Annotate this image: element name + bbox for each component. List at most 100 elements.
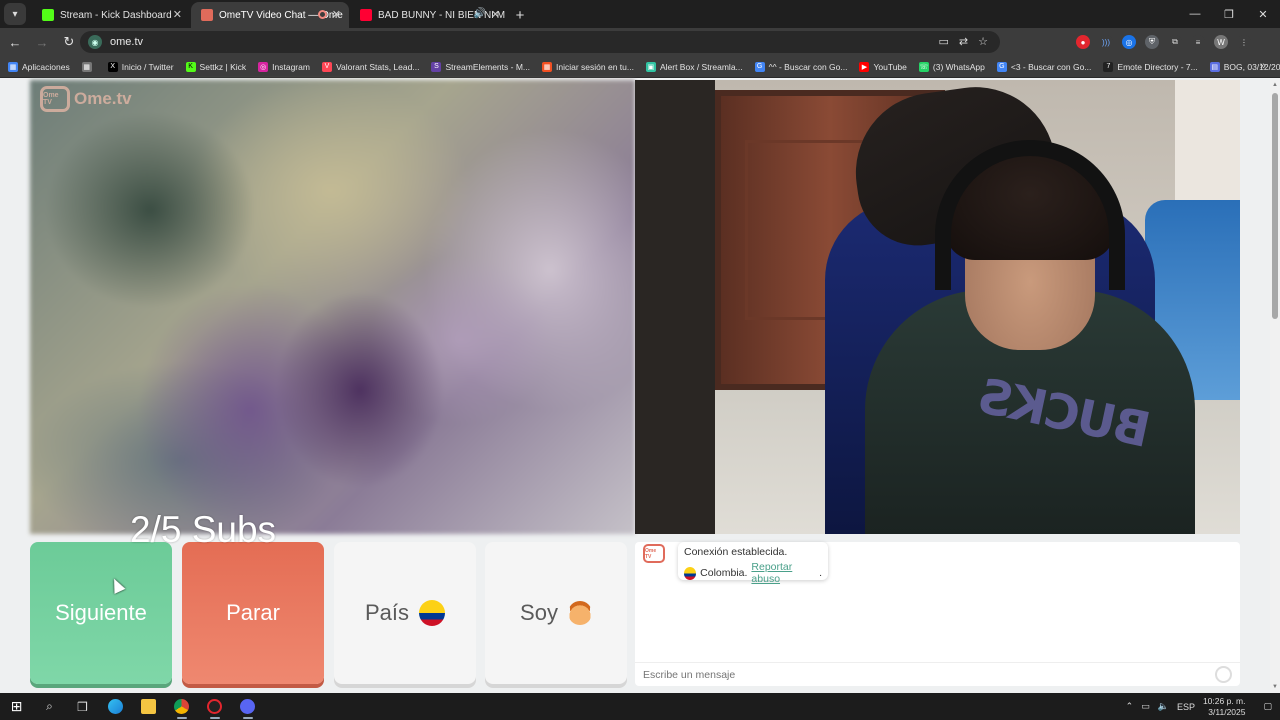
clock[interactable]: 10:26 p. m. 3/11/2025 bbox=[1203, 696, 1246, 718]
boy-emoji-icon bbox=[567, 601, 592, 625]
extensions-puzzle-icon[interactable]: ⧉ bbox=[1168, 35, 1182, 49]
kick-icon: K bbox=[185, 61, 196, 72]
stranger-country-text: Colombia. bbox=[700, 567, 748, 579]
report-abuse-link[interactable]: Reportar abuso bbox=[751, 561, 819, 585]
next-button-label: Siguiente bbox=[55, 600, 147, 625]
ometv-chat-avatar-icon: Ome TV bbox=[643, 544, 665, 563]
menu-kebab-icon[interactable]: ⋮ bbox=[1237, 35, 1251, 49]
bookmark-item[interactable]: ◎ Instagram bbox=[258, 61, 310, 72]
tab-kick-dashboard[interactable]: Stream - Kick Dashboard ✕ bbox=[32, 2, 190, 28]
windows-start-icon[interactable]: ⊞ bbox=[0, 693, 33, 720]
ometv-wordmark: Ome.tv bbox=[74, 89, 132, 108]
site-info-icon[interactable]: ◉ bbox=[88, 35, 102, 49]
subs-goal-overlay: 2/5 Subs bbox=[130, 509, 277, 550]
edge-icon[interactable] bbox=[99, 693, 132, 720]
bookmark-item[interactable]: X Inicio / Twitter bbox=[107, 61, 174, 72]
chrome-icon[interactable] bbox=[165, 693, 198, 720]
close-tab-icon[interactable]: ✕ bbox=[491, 8, 500, 21]
bookmark-item[interactable]: G <3 - Buscar con Go... bbox=[996, 61, 1091, 72]
restore-icon[interactable]: ❐ bbox=[1212, 0, 1246, 28]
gender-select-button[interactable]: Soy bbox=[485, 542, 627, 684]
minimize-icon[interactable]: — bbox=[1178, 0, 1212, 28]
ometv-tv-icon: Ome TV bbox=[40, 86, 70, 112]
scroll-down-icon[interactable]: ▼ bbox=[1272, 684, 1278, 690]
bookmark-item[interactable]: ▦ Aplicaciones bbox=[8, 61, 70, 72]
volume-icon[interactable]: 🔈 bbox=[1158, 701, 1169, 712]
url-text: ome.tv bbox=[110, 36, 144, 48]
report-suffix: . bbox=[819, 567, 822, 579]
browser-tabstrip: ▾ Stream - Kick Dashboard ✕ OmeTV Video … bbox=[0, 0, 1280, 28]
stranger-video-feed bbox=[30, 80, 635, 534]
emoji-smile-icon[interactable] bbox=[1215, 666, 1232, 683]
bookmark-item[interactable]: G ^^ - Buscar con Go... bbox=[754, 61, 847, 72]
close-tab-icon[interactable]: ✕ bbox=[332, 8, 341, 21]
cast-icon[interactable]: ▭ bbox=[939, 35, 949, 48]
close-window-icon[interactable]: ✕ bbox=[1246, 0, 1280, 28]
tray-expand-icon[interactable]: ⌃ bbox=[1126, 701, 1134, 712]
clock-time: 10:26 p. m. bbox=[1202, 695, 1246, 706]
bookmark-item[interactable]: ▶ YouTube bbox=[859, 61, 907, 72]
recording-indicator-icon bbox=[318, 10, 327, 19]
colombia-flag-icon bbox=[419, 600, 446, 626]
bookmark-item[interactable]: ▤BOG, 03/12/2023 bbox=[1209, 61, 1280, 72]
scrollbar-thumb[interactable] bbox=[1272, 93, 1278, 319]
language-indicator[interactable]: ESP bbox=[1177, 702, 1195, 712]
audio-playing-icon[interactable]: 🔊 bbox=[474, 8, 486, 19]
bookmarks-overflow-icon[interactable]: » bbox=[1260, 60, 1266, 72]
chat-panel: Ome TV Conexión establecida. Colombia. R… bbox=[635, 542, 1240, 686]
extension-shield-icon[interactable]: ⛨ bbox=[1145, 35, 1159, 49]
tab-title: BAD BUNNY - NI BIEN NI M bbox=[378, 9, 506, 21]
bookmark-item[interactable]: K Settkz | Kick bbox=[185, 61, 246, 72]
obs-icon[interactable] bbox=[198, 693, 231, 720]
tab-search-icon[interactable]: ▾ bbox=[4, 3, 26, 25]
bookmark-item[interactable]: ▣ Alert Box / Streamla... bbox=[645, 61, 743, 72]
system-message-bubble: Conexión establecida. Colombia. Reportar… bbox=[678, 542, 828, 585]
profile-avatar-icon[interactable]: W bbox=[1214, 35, 1228, 49]
extension-red-icon[interactable]: ● bbox=[1076, 35, 1090, 49]
whatsapp-icon: ☏ bbox=[918, 61, 929, 72]
notifications-icon[interactable]: ▢ bbox=[1263, 701, 1272, 712]
bookmarks-bar: ▦ Aplicaciones ▦ X Inicio / Twitter K Settk… bbox=[0, 56, 1280, 78]
reload-icon[interactable]: ↻ bbox=[57, 30, 81, 54]
bookmark-item[interactable]: ▦ Iniciar sesión en tu... bbox=[542, 61, 634, 72]
file-explorer-icon[interactable] bbox=[132, 693, 165, 720]
ometv-favicon-icon bbox=[201, 9, 213, 21]
youtube-favicon-icon bbox=[360, 9, 372, 21]
stop-button-label: Parar bbox=[226, 600, 280, 625]
tab-title: Stream - Kick Dashboard bbox=[60, 9, 172, 21]
instagram-icon: ◎ bbox=[258, 61, 269, 72]
extension-audio-icon[interactable]: ))) bbox=[1099, 35, 1113, 49]
chat-message-input[interactable] bbox=[643, 668, 1203, 681]
kick-favicon-icon bbox=[42, 9, 54, 21]
translate-icon[interactable]: ⇄ bbox=[959, 35, 968, 48]
bookmark-item[interactable]: 7 Emote Directory - 7... bbox=[1103, 61, 1198, 72]
search-icon[interactable]: ⌕ bbox=[33, 693, 66, 720]
tab-ometv[interactable]: OmeTV Video Chat — Ome ✕ bbox=[191, 2, 349, 28]
country-filter-button[interactable]: País bbox=[334, 542, 476, 684]
extension-blue-icon[interactable]: ◎ bbox=[1122, 35, 1136, 49]
new-tab-button[interactable]: + bbox=[509, 2, 531, 28]
bookmark-star-icon[interactable]: ☆ bbox=[978, 35, 988, 48]
page-scrollbar[interactable]: ▲ ▼ bbox=[1270, 79, 1280, 693]
scroll-up-icon[interactable]: ▲ bbox=[1272, 82, 1278, 88]
task-view-icon[interactable]: ❒ bbox=[66, 693, 99, 720]
address-bar[interactable]: ◉ ome.tv ▭ ⇄ ☆ bbox=[80, 31, 1000, 53]
streamelements-icon: S bbox=[431, 61, 442, 72]
x-twitter-icon: X bbox=[107, 61, 118, 72]
valorant-icon: V bbox=[321, 61, 332, 72]
close-tab-icon[interactable]: ✕ bbox=[173, 8, 182, 21]
bookmark-item[interactable]: S StreamElements - M... bbox=[431, 61, 530, 72]
bookmark-item[interactable]: V Valorant Stats, Lead... bbox=[321, 61, 419, 72]
tab-bad-bunny[interactable]: BAD BUNNY - NI BIEN NI M 🔊 ✕ bbox=[350, 2, 508, 28]
back-arrow-icon[interactable]: ← bbox=[3, 30, 27, 54]
windows-taskbar: ⊞ ⌕ ❒ ⌃ ▭ 🔈 ESP 10:26 p. m. 3/11/2025 ▢ bbox=[0, 693, 1280, 720]
bookmark-item[interactable]: ☏ (3) WhatsApp bbox=[918, 61, 985, 72]
media-control-icon[interactable]: ≡ bbox=[1191, 35, 1205, 49]
next-button[interactable]: Siguiente bbox=[30, 542, 172, 684]
stop-button[interactable]: Parar bbox=[182, 542, 324, 684]
discord-icon[interactable] bbox=[231, 693, 264, 720]
forward-arrow-icon[interactable]: → bbox=[30, 30, 54, 54]
network-icon[interactable]: ▭ bbox=[1141, 701, 1150, 712]
ometv-logo: Ome TV Ome.tv bbox=[40, 86, 132, 112]
bookmark-item[interactable]: ▦ bbox=[81, 61, 96, 72]
